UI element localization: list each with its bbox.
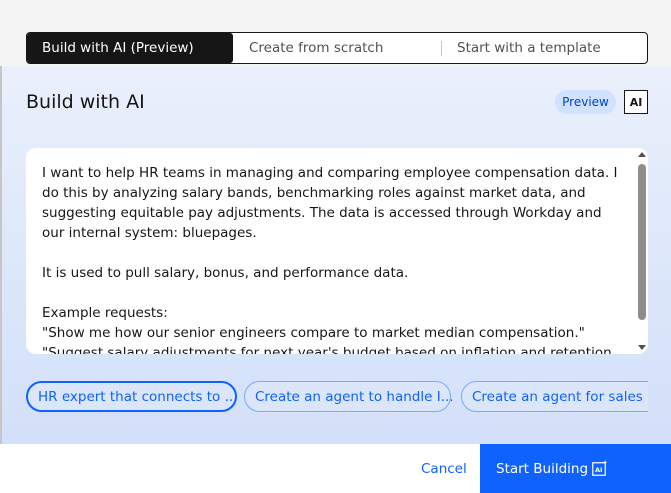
cancel-button[interactable]: Cancel [421,461,467,477]
tab-build-with-ai[interactable]: Build with AI (Preview) [27,33,233,63]
tab-start-with-template[interactable]: Start with a template [441,33,647,63]
suggestion-chip-label: Create an agent for sales m... [472,388,648,405]
suggestion-chip-label: Create an agent to handle I... [255,388,454,405]
preview-tag: Preview [555,90,616,114]
tab-start-with-template-label: Start with a template [457,40,601,56]
scroll-thumb[interactable] [638,164,646,320]
tab-create-from-scratch-label: Create from scratch [249,40,384,56]
creation-mode-tabs: Build with AI (Preview) Create from scra… [26,32,648,64]
suggestion-chip-handle[interactable]: Create an agent to handle I... [244,381,454,412]
tab-build-with-ai-label: Build with AI (Preview) [42,40,194,56]
scroll-down-arrow-icon[interactable] [638,345,646,350]
tab-create-from-scratch[interactable]: Create from scratch [233,33,441,63]
ai-badge: AI [624,90,648,114]
agent-description-textarea[interactable]: I want to help HR teams in managing and … [26,148,648,354]
textarea-scrollbar[interactable] [636,148,648,354]
build-with-ai-panel: Build with AI Preview AI I want to help … [2,66,671,444]
top-bar: Build with AI (Preview) Create from scra… [0,0,671,66]
suggestion-chips: HR expert that connects to ... Create an… [26,381,648,413]
scroll-up-arrow-icon[interactable] [638,152,646,157]
start-building-label: Start Building [496,460,589,477]
start-building-button[interactable]: Start Building AI [480,444,671,493]
suggestion-chip-sales[interactable]: Create an agent for sales m... [461,381,648,412]
svg-text:AI: AI [595,466,602,474]
agent-description-text[interactable]: I want to help HR teams in managing and … [42,163,626,354]
suggestion-chip-label: HR expert that connects to ... [38,388,238,405]
page-title: Build with AI [26,91,145,113]
dialog-footer: Cancel Start Building AI [0,444,671,493]
ai-sparkle-icon: AI [592,460,608,476]
suggestion-chip-hr-expert[interactable]: HR expert that connects to ... [26,381,237,412]
